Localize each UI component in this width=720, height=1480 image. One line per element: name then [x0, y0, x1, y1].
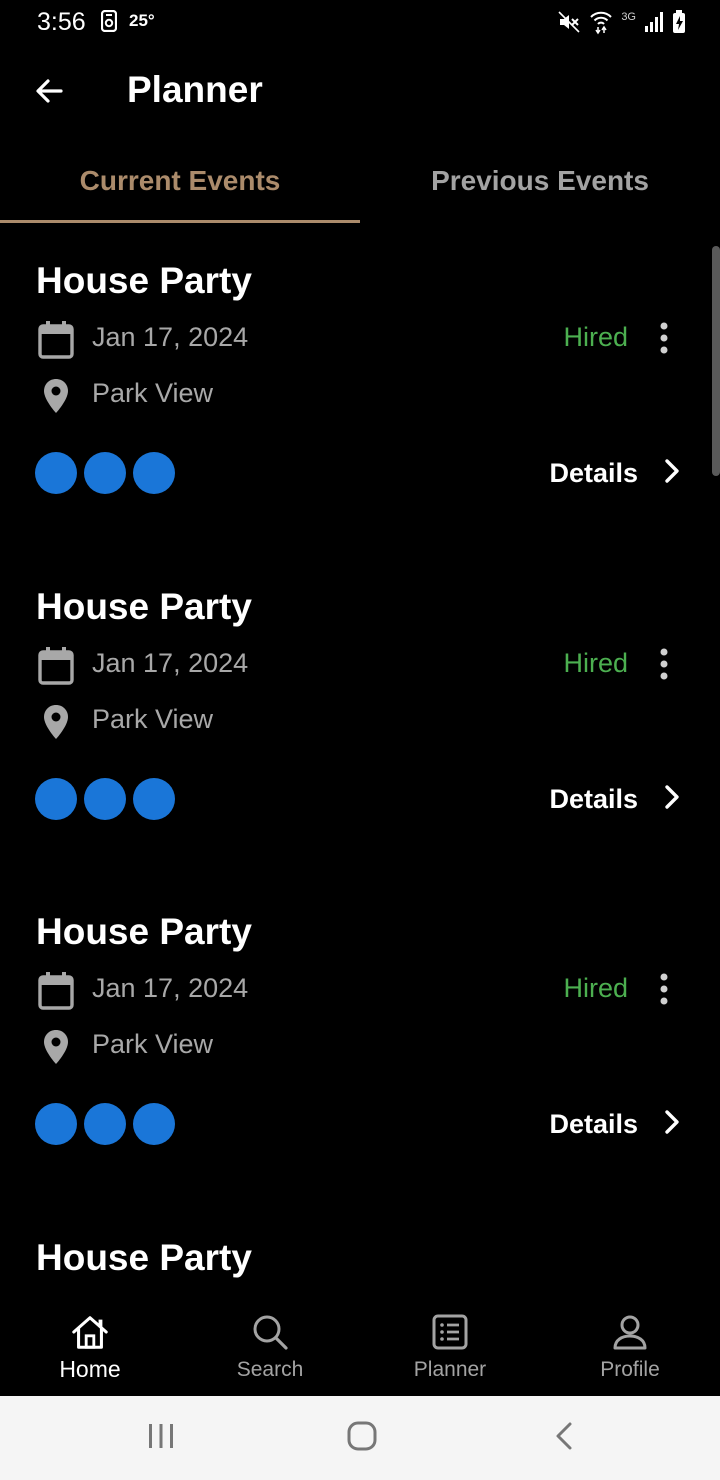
nav-item-home[interactable]: Home: [0, 1298, 180, 1396]
mute-icon: [557, 10, 581, 34]
planner-icon: [430, 1312, 470, 1352]
location-pin-icon: [36, 1027, 76, 1067]
nav-label: Profile: [600, 1358, 660, 1381]
search-icon: [250, 1312, 290, 1352]
more-options-button[interactable]: [648, 320, 680, 360]
storage-icon: [100, 9, 118, 33]
details-button[interactable]: Details: [549, 450, 680, 496]
status-badge: Hired: [563, 648, 628, 678]
arrow-left-icon: [33, 75, 65, 112]
details-label: Details: [549, 1108, 638, 1139]
avatar: [35, 1103, 77, 1145]
avatar: [84, 778, 126, 820]
status-badge: Hired: [563, 973, 628, 1003]
event-card: House Party: [0, 1201, 720, 1298]
event-title: House Party: [36, 1237, 252, 1278]
system-back-button[interactable]: [544, 1418, 584, 1458]
tab-previous-events[interactable]: Previous Events: [360, 138, 720, 224]
chevron-left-icon: [554, 1421, 574, 1456]
more-options-button[interactable]: [648, 971, 680, 1011]
calendar-icon: [36, 320, 76, 360]
more-options-button[interactable]: [648, 646, 680, 686]
system-navigation-bar: [0, 1396, 720, 1480]
event-title: House Party: [36, 911, 252, 952]
avatar: [133, 1103, 175, 1145]
avatar: [35, 778, 77, 820]
nav-label: Planner: [413, 1358, 487, 1381]
calendar-icon: [36, 646, 76, 686]
nav-label: Search: [236, 1358, 304, 1381]
status-temperature: 25°: [129, 11, 155, 30]
avatar: [35, 452, 77, 494]
more-vertical-icon: [659, 648, 669, 685]
nav-label: Home: [59, 1356, 121, 1382]
event-card: House Party Jan 17, 2024 Park View Hired…: [0, 224, 720, 550]
more-vertical-icon: [659, 973, 669, 1010]
battery-charging-icon: [672, 10, 686, 34]
status-time: 3:56: [37, 8, 86, 36]
location-pin-icon: [36, 702, 76, 742]
scrollbar-thumb[interactable]: [712, 246, 720, 476]
details-button[interactable]: Details: [549, 1101, 680, 1147]
events-list[interactable]: House Party Jan 17, 2024 Park View Hired…: [0, 224, 720, 1298]
status-bar: 3:56 25° 3G: [0, 0, 720, 44]
status-badge: Hired: [563, 322, 628, 352]
event-location: Park View: [92, 1029, 214, 1059]
home-button[interactable]: [342, 1418, 382, 1458]
event-card: House Party Jan 17, 2024 Park View Hired…: [0, 875, 720, 1201]
event-date: Jan 17, 2024: [92, 973, 249, 1003]
event-tabs: Current Events Previous Events: [0, 138, 720, 224]
wifi-icon: [589, 9, 613, 35]
home-icon: [70, 1312, 110, 1352]
event-card: House Party Jan 17, 2024 Park View Hired…: [0, 550, 720, 876]
tab-current-events[interactable]: Current Events: [0, 138, 360, 224]
profile-icon: [610, 1312, 650, 1352]
event-date: Jan 17, 2024: [92, 322, 249, 352]
details-label: Details: [549, 783, 638, 814]
recent-apps-button[interactable]: [141, 1418, 181, 1458]
details-label: Details: [549, 457, 638, 488]
location-pin-icon: [36, 376, 76, 416]
network-type: 3G: [621, 11, 636, 23]
app-header: Planner: [0, 52, 720, 132]
chevron-right-icon: [664, 784, 680, 815]
details-button[interactable]: Details: [549, 776, 680, 822]
bottom-nav: Home Search Planner Profile: [0, 1298, 720, 1396]
event-location: Park View: [92, 704, 214, 734]
more-vertical-icon: [659, 322, 669, 359]
signal-icon: [644, 11, 664, 33]
chevron-right-icon: [664, 1109, 680, 1140]
nav-item-search[interactable]: Search: [180, 1298, 360, 1396]
home-circle-icon: [347, 1421, 377, 1456]
active-tab-indicator: [0, 220, 360, 223]
event-title: House Party: [36, 260, 252, 301]
nav-item-planner[interactable]: Planner: [360, 1298, 540, 1396]
page-title: Planner: [127, 69, 263, 110]
event-date: Jan 17, 2024: [92, 648, 249, 678]
status-icons: 3G: [557, 8, 686, 36]
avatar: [84, 452, 126, 494]
avatar: [133, 778, 175, 820]
event-title: House Party: [36, 586, 252, 627]
nav-item-profile[interactable]: Profile: [540, 1298, 720, 1396]
chevron-right-icon: [664, 458, 680, 489]
event-location: Park View: [92, 378, 214, 408]
back-button[interactable]: [28, 72, 70, 114]
recent-apps-icon: [146, 1422, 176, 1455]
calendar-icon: [36, 971, 76, 1011]
avatar: [84, 1103, 126, 1145]
avatar: [133, 452, 175, 494]
